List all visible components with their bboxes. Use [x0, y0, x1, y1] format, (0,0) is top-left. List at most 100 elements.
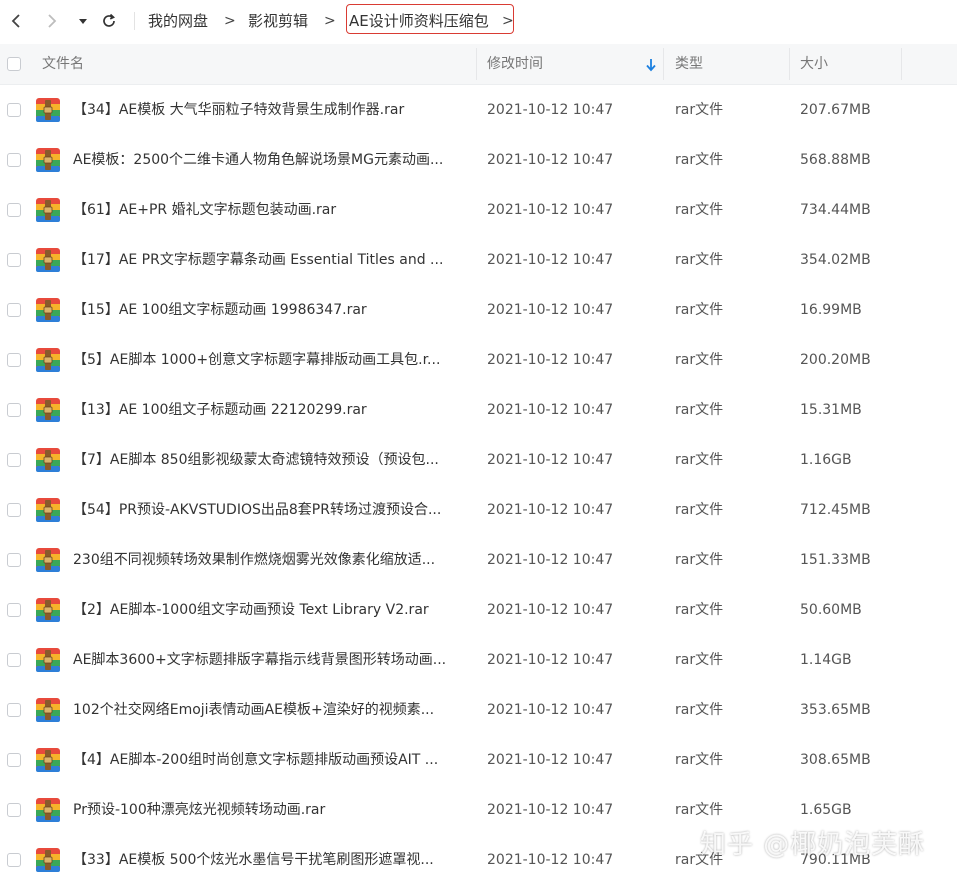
- table-row[interactable]: 【7】AE脚本 850组影视级蒙太奇滤镜特效预设（预设包... 2021-10-1…: [0, 435, 957, 485]
- file-type: rar文件: [675, 152, 724, 168]
- breadcrumb-item-current[interactable]: AE设计师资料压缩包: [349, 11, 489, 31]
- file-type: rar文件: [675, 502, 724, 518]
- file-size: 15.31MB: [800, 402, 862, 418]
- file-size: 50.60MB: [800, 602, 862, 618]
- file-modified-time: 2021-10-12 10:47: [487, 702, 614, 718]
- table-row[interactable]: 【5】AE脚本 1000+创意文字标题字幕排版动画工具包.r... 2021-10…: [0, 335, 957, 385]
- table-row[interactable]: 102个社交网络Emoji表情动画AE模板+渲染好的视频素... 2021-10-…: [0, 685, 957, 735]
- file-name[interactable]: 【7】AE脚本 850组影视级蒙太奇滤镜特效预设（预设包...: [73, 450, 467, 470]
- file-size: 353.65MB: [800, 702, 871, 718]
- row-checkbox[interactable]: [7, 503, 21, 517]
- table-row[interactable]: 【4】AE脚本-200组时尚创意文字标题排版动画预设AIT ... 2021-10…: [0, 735, 957, 785]
- file-type: rar文件: [675, 302, 724, 318]
- row-checkbox[interactable]: [7, 253, 21, 267]
- row-checkbox[interactable]: [7, 353, 21, 367]
- row-checkbox[interactable]: [7, 403, 21, 417]
- table-row[interactable]: AE模板：2500个二维卡通人物角色解说场景MG元素动画... 2021-10-1…: [0, 135, 957, 185]
- rar-archive-icon: [35, 697, 61, 723]
- file-name[interactable]: 【13】AE 100组文子标题动画 22120299.rar: [73, 400, 467, 420]
- row-checkbox[interactable]: [7, 103, 21, 117]
- table-row[interactable]: AE脚本3600+文字标题排版字幕指示线背景图形转场动画... 2021-10-1…: [0, 635, 957, 685]
- file-name[interactable]: AE脚本3600+文字标题排版字幕指示线背景图形转场动画...: [73, 650, 467, 670]
- table-row[interactable]: 【54】PR预设-AKVSTUDIOS出品8套PR转场过渡预设合... 2021-…: [0, 485, 957, 535]
- sort-descending-icon[interactable]: [645, 57, 657, 76]
- file-type: rar文件: [675, 252, 724, 268]
- file-size: 712.45MB: [800, 502, 871, 518]
- row-checkbox[interactable]: [7, 203, 21, 217]
- rar-archive-icon: [35, 447, 61, 473]
- row-checkbox[interactable]: [7, 153, 21, 167]
- file-type: rar文件: [675, 402, 724, 418]
- file-modified-time: 2021-10-12 10:47: [487, 852, 614, 868]
- rar-archive-icon: [35, 297, 61, 323]
- column-header-size[interactable]: 大小: [800, 44, 828, 84]
- file-modified-time: 2021-10-12 10:47: [487, 752, 614, 768]
- row-checkbox[interactable]: [7, 453, 21, 467]
- table-row[interactable]: 【17】AE PR文字标题字幕条动画 Essential Titles and …: [0, 235, 957, 285]
- file-modified-time: 2021-10-12 10:47: [487, 452, 614, 468]
- file-modified-time: 2021-10-12 10:47: [487, 602, 614, 618]
- file-name[interactable]: 102个社交网络Emoji表情动画AE模板+渲染好的视频素...: [73, 700, 467, 720]
- file-name[interactable]: 【34】AE模板 大气华丽粒子特效背景生成制作器.rar: [73, 100, 467, 120]
- back-icon[interactable]: [5, 10, 27, 32]
- file-size: 151.33MB: [800, 552, 871, 568]
- chevron-right-icon: >: [502, 13, 514, 29]
- file-name[interactable]: 【2】AE脚本-1000组文字动画预设 Text Library V2.rar: [73, 600, 467, 620]
- file-modified-time: 2021-10-12 10:47: [487, 252, 614, 268]
- row-checkbox[interactable]: [7, 653, 21, 667]
- file-name[interactable]: 230组不同视频转场效果制作燃烧烟雾光效像素化缩放适...: [73, 550, 467, 570]
- breadcrumb-item-video-editing[interactable]: 影视剪辑: [248, 11, 308, 31]
- rar-archive-icon: [35, 547, 61, 573]
- row-checkbox[interactable]: [7, 703, 21, 717]
- file-modified-time: 2021-10-12 10:47: [487, 152, 614, 168]
- file-type: rar文件: [675, 652, 724, 668]
- file-type: rar文件: [675, 802, 724, 818]
- rar-archive-icon: [35, 97, 61, 123]
- file-modified-time: 2021-10-12 10:47: [487, 202, 614, 218]
- file-modified-time: 2021-10-12 10:47: [487, 802, 614, 818]
- dropdown-icon[interactable]: [72, 10, 94, 32]
- chevron-right-icon: >: [224, 13, 236, 29]
- row-checkbox[interactable]: [7, 853, 21, 867]
- row-checkbox[interactable]: [7, 753, 21, 767]
- row-checkbox[interactable]: [7, 803, 21, 817]
- table-row[interactable]: 【61】AE+PR 婚礼文字标题包装动画.rar 2021-10-12 10:47…: [0, 185, 957, 235]
- table-row[interactable]: 230组不同视频转场效果制作燃烧烟雾光效像素化缩放适... 2021-10-12 …: [0, 535, 957, 585]
- table-row[interactable]: 【13】AE 100组文子标题动画 22120299.rar 2021-10-12…: [0, 385, 957, 435]
- file-name[interactable]: 【61】AE+PR 婚礼文字标题包装动画.rar: [73, 200, 467, 220]
- refresh-icon[interactable]: [98, 10, 120, 32]
- column-header-type[interactable]: 类型: [675, 44, 703, 84]
- rar-archive-icon: [35, 347, 61, 373]
- select-all-checkbox[interactable]: [7, 57, 21, 71]
- file-type: rar文件: [675, 202, 724, 218]
- file-name[interactable]: AE模板：2500个二维卡通人物角色解说场景MG元素动画...: [73, 150, 467, 170]
- table-row[interactable]: 【2】AE脚本-1000组文字动画预设 Text Library V2.rar 2…: [0, 585, 957, 635]
- table-row[interactable]: 【34】AE模板 大气华丽粒子特效背景生成制作器.rar 2021-10-12 1…: [0, 85, 957, 135]
- file-name[interactable]: 【15】AE 100组文字标题动画 19986347.rar: [73, 300, 467, 320]
- column-header-modified[interactable]: 修改时间: [487, 44, 543, 84]
- file-name[interactable]: Pr预设-100种漂亮炫光视频转场动画.rar: [73, 800, 467, 820]
- file-name[interactable]: 【5】AE脚本 1000+创意文字标题字幕排版动画工具包.r...: [73, 350, 467, 370]
- file-size: 1.16GB: [800, 452, 852, 468]
- forward-icon[interactable]: [41, 10, 63, 32]
- row-checkbox[interactable]: [7, 603, 21, 617]
- row-checkbox[interactable]: [7, 553, 21, 567]
- row-checkbox[interactable]: [7, 303, 21, 317]
- file-modified-time: 2021-10-12 10:47: [487, 552, 614, 568]
- breadcrumb-item-my-drive[interactable]: 我的网盘: [148, 11, 208, 31]
- file-name[interactable]: 【17】AE PR文字标题字幕条动画 Essential Titles and …: [73, 250, 467, 270]
- file-modified-time: 2021-10-12 10:47: [487, 402, 614, 418]
- file-name[interactable]: 【33】AE模板 500个炫光水墨信号干扰笔刷图形遮罩视...: [73, 850, 467, 870]
- file-modified-time: 2021-10-12 10:47: [487, 352, 614, 368]
- rar-archive-icon: [35, 797, 61, 823]
- rar-archive-icon: [35, 497, 61, 523]
- column-header-name[interactable]: 文件名: [42, 44, 84, 84]
- table-row[interactable]: 【15】AE 100组文字标题动画 19986347.rar 2021-10-12…: [0, 285, 957, 335]
- file-type: rar文件: [675, 452, 724, 468]
- file-size: 568.88MB: [800, 152, 871, 168]
- file-name[interactable]: 【54】PR预设-AKVSTUDIOS出品8套PR转场过渡预设合...: [73, 500, 467, 520]
- file-name[interactable]: 【4】AE脚本-200组时尚创意文字标题排版动画预设AIT ...: [73, 750, 467, 770]
- rar-archive-icon: [35, 597, 61, 623]
- file-type: rar文件: [675, 102, 724, 118]
- rar-archive-icon: [35, 647, 61, 673]
